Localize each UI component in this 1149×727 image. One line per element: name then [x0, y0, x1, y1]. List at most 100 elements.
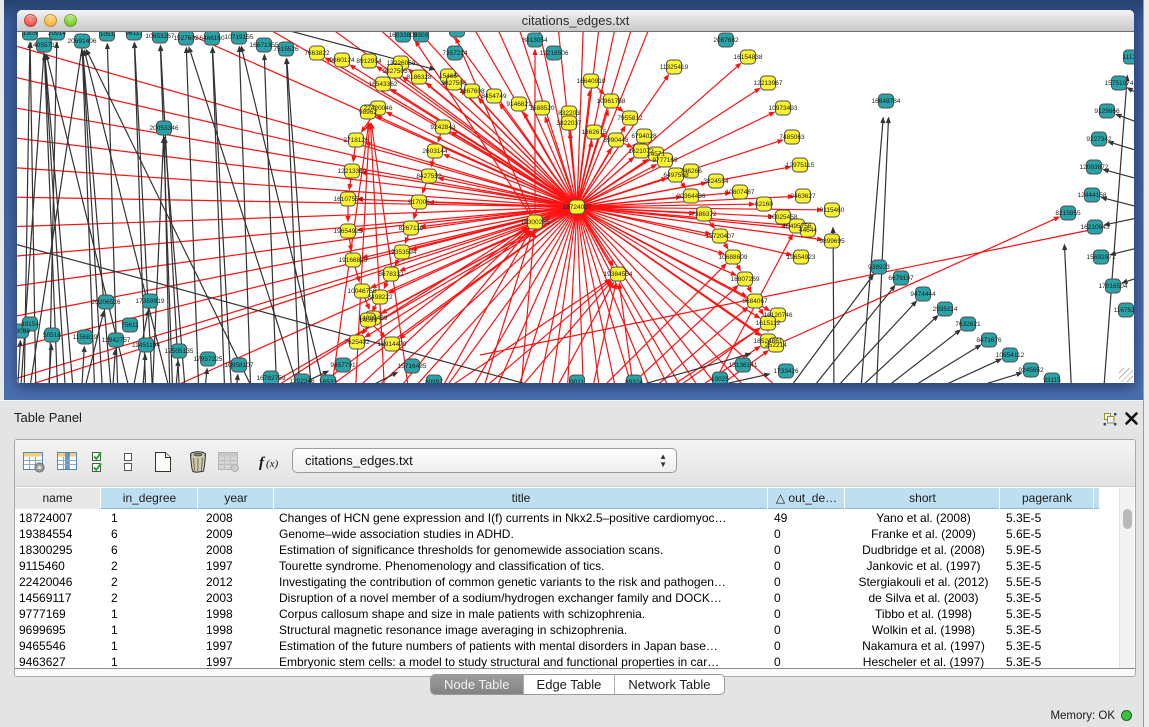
svg-text:2053: 2053	[450, 32, 465, 34]
svg-text:9660124: 9660124	[329, 57, 355, 64]
svg-text:6679197: 6679197	[888, 275, 914, 282]
svg-text:832203: 832203	[558, 110, 580, 117]
svg-text:14055717: 14055717	[30, 42, 59, 49]
svg-text:8471676: 8471676	[976, 337, 1002, 344]
svg-text:16640910: 16640910	[577, 78, 606, 85]
svg-text:f: f	[259, 455, 266, 471]
svg-text:8427552: 8427552	[416, 173, 442, 180]
svg-text:9684067: 9684067	[742, 298, 768, 305]
svg-text:9227342: 9227342	[1086, 136, 1112, 143]
svg-text:2603144: 2603144	[422, 148, 448, 155]
svg-text:20206526: 20206526	[92, 299, 121, 306]
svg-text:7357224: 7357224	[442, 50, 468, 57]
svg-text:1588520: 1588520	[529, 105, 555, 112]
svg-text:917006: 917006	[408, 199, 430, 206]
svg-text:12444158: 12444158	[1078, 192, 1107, 199]
svg-text:16648784: 16648784	[872, 98, 901, 105]
svg-text:19654923: 19654923	[787, 254, 816, 261]
svg-text:15465: 15465	[439, 73, 457, 80]
svg-text:6466160: 6466160	[199, 35, 225, 42]
svg-text:1292346: 1292346	[289, 378, 315, 383]
svg-text:3498222: 3498222	[367, 294, 393, 301]
svg-text:8267110: 8267110	[399, 225, 424, 232]
svg-text:16914479: 16914479	[378, 341, 407, 348]
svg-text:9827505: 9827505	[382, 68, 408, 75]
svg-text:746266: 746266	[680, 168, 702, 175]
svg-text:19166825: 19166825	[339, 257, 368, 264]
svg-text:6794028: 6794028	[631, 133, 657, 140]
svg-text:1527602: 1527602	[173, 35, 199, 42]
svg-text:8912954: 8912954	[356, 58, 382, 65]
svg-text:938923: 938923	[868, 264, 890, 271]
svg-text:9899695: 9899695	[819, 238, 845, 245]
svg-text:50518: 50518	[43, 332, 61, 339]
svg-text:16120746: 16120746	[764, 312, 793, 319]
svg-text:8186328: 8186328	[406, 74, 432, 81]
svg-text:17016504: 17016504	[1099, 283, 1128, 290]
svg-text:10025: 10025	[711, 376, 729, 383]
svg-text:10653267: 10653267	[146, 33, 175, 40]
svg-text:9827506: 9827506	[441, 80, 467, 87]
svg-text:10961758: 10961758	[597, 98, 626, 105]
svg-text:9245652: 9245652	[1018, 367, 1044, 374]
svg-text:9242843: 9242843	[430, 124, 456, 131]
svg-text:3824554: 3824554	[703, 178, 729, 185]
svg-text:98962: 98962	[359, 109, 377, 116]
svg-text:3822037: 3822037	[556, 120, 582, 127]
svg-text:2087682: 2087682	[713, 37, 739, 44]
svg-text:1305: 1305	[23, 32, 38, 37]
svg-text:1615112: 1615112	[756, 320, 781, 327]
svg-text:7663822: 7663822	[304, 50, 330, 57]
svg-text:10719155: 10719155	[225, 34, 254, 41]
svg-text:17957225: 17957225	[194, 356, 223, 363]
svg-text:7485063: 7485063	[779, 134, 805, 141]
svg-text:5309: 5309	[414, 32, 429, 39]
svg-text:7386372: 7386372	[691, 211, 717, 218]
svg-text:20914: 20914	[48, 32, 66, 37]
svg-text:1051: 1051	[100, 32, 115, 38]
svg-text:13226058: 13226058	[387, 60, 416, 67]
svg-text:18807269: 18807269	[731, 276, 760, 283]
svg-text:12093872: 12093872	[1080, 164, 1109, 171]
svg-text:12505135: 12505135	[165, 348, 194, 355]
svg-text:2935114: 2935114	[933, 306, 958, 313]
svg-text:12353594: 12353594	[388, 249, 417, 256]
svg-text:16782759: 16782759	[257, 375, 286, 382]
svg-text:93115: 93115	[1043, 377, 1061, 383]
svg-text:15720407: 15720407	[706, 233, 735, 240]
svg-text:8454749: 8454749	[481, 93, 507, 100]
svg-text:8813054: 8813054	[522, 37, 548, 44]
svg-text:16154838: 16154838	[734, 54, 763, 61]
svg-text:20053346: 20053346	[150, 125, 179, 132]
svg-text:12942757: 12942757	[102, 337, 131, 344]
svg-text:96117: 96117	[125, 32, 143, 37]
svg-text:9129966: 9129966	[1094, 108, 1120, 115]
svg-text:15692971: 15692971	[1087, 254, 1116, 261]
svg-text:1156819: 1156819	[73, 334, 98, 341]
svg-text:10025458: 10025458	[769, 214, 798, 221]
svg-text:88324: 88324	[625, 379, 643, 383]
svg-text:19218506: 19218506	[540, 50, 569, 57]
svg-text:33088: 33088	[17, 328, 30, 335]
svg-text:15751074: 15751074	[1105, 80, 1134, 87]
svg-text:19654925: 19654925	[334, 228, 363, 235]
svg-text:17359919: 17359919	[136, 298, 165, 305]
svg-text:9463627: 9463627	[790, 193, 816, 200]
svg-text:10688609: 10688609	[719, 254, 748, 261]
svg-text:9115460: 9115460	[820, 207, 845, 214]
svg-text:10958107: 10958107	[225, 362, 254, 369]
svg-text:18724007: 18724007	[563, 204, 592, 211]
svg-text:16533: 16533	[319, 379, 337, 383]
svg-text:7625402: 7625402	[344, 339, 370, 346]
svg-text:9011: 9011	[570, 379, 584, 383]
svg-text:7515526: 7515526	[273, 46, 299, 53]
svg-text:12213369: 12213369	[338, 168, 367, 175]
svg-text:80997: 80997	[425, 379, 443, 383]
svg-text:44644: 44644	[799, 227, 817, 234]
svg-text:16107554: 16107554	[334, 196, 363, 203]
svg-text:10654112: 10654112	[996, 352, 1025, 359]
svg-text:15136141: 15136141	[729, 362, 758, 369]
svg-text:11123: 11123	[1122, 54, 1134, 61]
svg-text:252214: 252214	[765, 342, 787, 349]
svg-text:62160: 62160	[755, 201, 773, 208]
